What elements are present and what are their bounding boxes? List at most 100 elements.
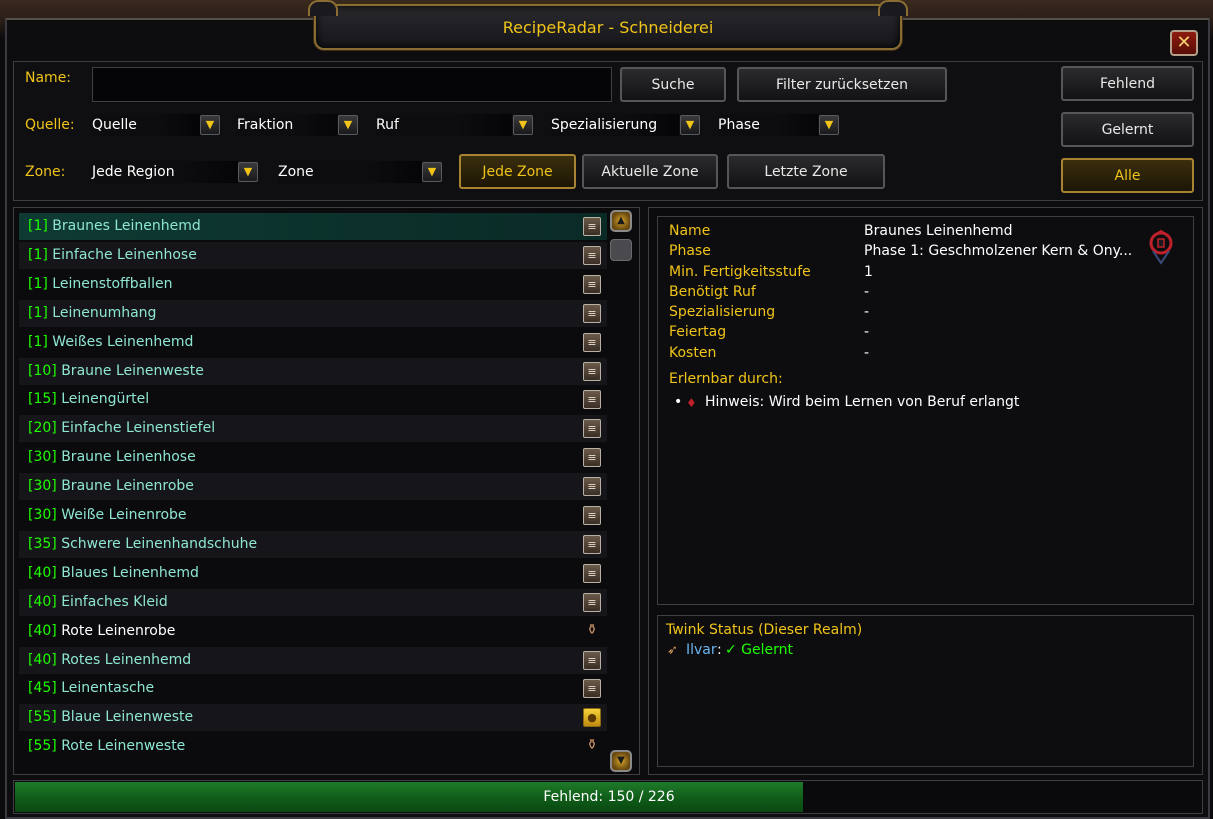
- recipe-row[interactable]: [40] Rote Leinenrobe ⚱: [19, 618, 607, 645]
- source-dropdown[interactable]: Quelle ▼: [92, 114, 222, 136]
- recipe-scroll-icon: ≡: [583, 679, 601, 698]
- alt-learned-status: ✓ Gelernt: [725, 642, 794, 658]
- recipe-name: Braunes Leinenhemd: [52, 218, 201, 234]
- detail-value-name: Braunes Leinenhemd: [864, 223, 1013, 239]
- phase-dropdown-value: Phase: [718, 114, 818, 136]
- title-bar[interactable]: RecipeRadar - Schneiderei: [308, 0, 908, 50]
- recipe-name: Rote Leinenweste: [61, 738, 186, 754]
- chevron-down-icon[interactable]: ▼: [819, 115, 839, 135]
- recipe-row[interactable]: [15] Leinengürtel ≡: [19, 386, 607, 413]
- vendor-bag-icon: ⚱: [586, 622, 598, 638]
- any-zone-button[interactable]: Jede Zone: [459, 154, 576, 189]
- recipe-level: [1]: [28, 305, 48, 321]
- learnable-by-label: Erlernbar durch:: [669, 371, 783, 387]
- recipe-name: Leinenumhang: [52, 305, 157, 321]
- reputation-dropdown[interactable]: Ruf ▼: [376, 114, 534, 136]
- chevron-down-icon[interactable]: ▼: [422, 162, 442, 182]
- recipe-name: Leinengürtel: [61, 391, 150, 407]
- recipe-row[interactable]: [55] Rote Leinenweste ⚱: [19, 733, 607, 760]
- detail-key-name: Name: [669, 223, 711, 239]
- recipe-scroll-icon: ≡: [583, 506, 601, 525]
- specialization-dropdown-value: Spezialisierung: [551, 114, 679, 136]
- recipe-level: [1]: [28, 334, 48, 350]
- title-ornament-left: [308, 0, 338, 16]
- recipe-row[interactable]: [40] Einfaches Kleid ≡: [19, 589, 607, 616]
- scroll-down-icon[interactable]: ▼: [610, 750, 632, 772]
- detail-key-required-rep: Benötigt Ruf: [669, 284, 756, 300]
- recipe-row[interactable]: [30] Braune Leinenhose ≡: [19, 444, 607, 471]
- recipe-name: Rote Leinenrobe: [61, 623, 176, 639]
- detail-key-specialization: Spezialisierung: [669, 304, 776, 320]
- recipe-row[interactable]: [40] Rotes Leinenhemd ≡: [19, 647, 607, 674]
- faction-dropdown[interactable]: Fraktion ▼: [237, 114, 359, 136]
- recipe-level: [55]: [28, 738, 57, 754]
- phase-dropdown[interactable]: Phase ▼: [718, 114, 840, 136]
- detail-key-cost: Kosten: [669, 345, 717, 361]
- chevron-down-icon[interactable]: ▼: [200, 115, 220, 135]
- recipe-level: [10]: [28, 363, 57, 379]
- close-button[interactable]: ✕: [1170, 30, 1198, 56]
- chevron-down-icon[interactable]: ▼: [513, 115, 533, 135]
- recipe-row[interactable]: [1] Braunes Leinenhemd ≡: [19, 213, 607, 240]
- all-filter-button[interactable]: Alle: [1061, 158, 1194, 193]
- recipe-row[interactable]: [30] Weiße Leinenrobe ≡: [19, 502, 607, 529]
- recipe-row[interactable]: [10] Braune Leinenweste ≡: [19, 358, 607, 385]
- recipe-name: Leinenstoffballen: [52, 276, 173, 292]
- current-zone-button[interactable]: Aktuelle Zone: [582, 154, 718, 189]
- recipe-row[interactable]: [1] Leinenstoffballen ≡: [19, 271, 607, 298]
- recipe-row[interactable]: [1] Weißes Leinenhemd ≡: [19, 329, 607, 356]
- recipe-row[interactable]: [55] Blaue Leinenweste ●: [19, 704, 607, 731]
- learnable-hint: Hinweis: Wird beim Lernen von Beruf erla…: [705, 394, 1020, 410]
- recipe-level: [1]: [28, 218, 48, 234]
- recipe-row[interactable]: [1] Leinenumhang ≡: [19, 300, 607, 327]
- scroll-up-icon[interactable]: ▲: [610, 210, 632, 232]
- recipe-scroll-icon: ≡: [583, 275, 601, 294]
- reset-filters-button[interactable]: Filter zurücksetzen: [737, 67, 947, 102]
- chevron-down-icon[interactable]: ▼: [680, 115, 700, 135]
- search-button[interactable]: Suche: [620, 67, 726, 102]
- recipe-name: Schwere Leinenhandschuhe: [61, 536, 258, 552]
- detail-value-holiday: -: [864, 324, 870, 340]
- recipe-level: [15]: [28, 391, 57, 407]
- faction-dropdown-value: Fraktion: [237, 114, 337, 136]
- recipe-row[interactable]: [45] Leinentasche ≡: [19, 675, 607, 702]
- recipe-level: [1]: [28, 247, 48, 263]
- detail-value-specialization: -: [864, 304, 870, 320]
- recipe-row[interactable]: [35] Schwere Leinenhandschuhe ≡: [19, 531, 607, 558]
- gold-coin-icon: ●: [583, 708, 601, 727]
- recipe-level: [35]: [28, 536, 57, 552]
- recipe-scroll-icon: ≡: [583, 448, 601, 467]
- region-dropdown[interactable]: Jede Region ▼: [92, 161, 260, 183]
- recipe-scroll-icon: ≡: [583, 217, 601, 236]
- recipe-name: Weiße Leinenrobe: [61, 507, 187, 523]
- recipe-level: [20]: [28, 420, 57, 436]
- recipe-row[interactable]: [30] Braune Leinenrobe ≡: [19, 473, 607, 500]
- chevron-down-icon[interactable]: ▼: [238, 162, 258, 182]
- recipe-name: Weißes Leinenhemd: [52, 334, 194, 350]
- recipe-scroll-icon: ≡: [583, 593, 601, 612]
- recipe-row[interactable]: [20] Einfache Leinenstiefel ≡: [19, 415, 607, 442]
- recipe-scroll-icon: ≡: [583, 362, 601, 381]
- specialization-dropdown[interactable]: Spezialisierung ▼: [551, 114, 701, 136]
- recipe-level: [55]: [28, 709, 57, 725]
- zone-dropdown[interactable]: Zone ▼: [278, 161, 444, 183]
- recipe-scroll-icon: ≡: [583, 564, 601, 583]
- name-search-input[interactable]: [92, 67, 612, 102]
- bullet: •: [674, 394, 683, 410]
- chevron-down-icon[interactable]: ▼: [338, 115, 358, 135]
- missing-filter-button[interactable]: Fehlend: [1061, 66, 1194, 101]
- learned-filter-button[interactable]: Gelernt: [1061, 112, 1194, 147]
- recipe-row[interactable]: [40] Blaues Leinenhemd ≡: [19, 560, 607, 587]
- region-dropdown-value: Jede Region: [92, 161, 238, 183]
- scrollbar-thumb[interactable]: [610, 239, 632, 261]
- recipe-level: [40]: [28, 565, 57, 581]
- horde-small-icon: ♦: [686, 396, 697, 410]
- recipe-level: [40]: [28, 594, 57, 610]
- recipe-scroll-icon: ≡: [583, 419, 601, 438]
- recipe-row[interactable]: [1] Einfache Leinenhose ≡: [19, 242, 607, 269]
- last-zone-button[interactable]: Letzte Zone: [727, 154, 885, 189]
- progress-bar: Fehlend: 150 / 226: [13, 780, 1203, 814]
- recipe-name: Einfaches Kleid: [61, 594, 168, 610]
- recipe-level: [30]: [28, 478, 57, 494]
- recipe-name: Braune Leinenhose: [61, 449, 196, 465]
